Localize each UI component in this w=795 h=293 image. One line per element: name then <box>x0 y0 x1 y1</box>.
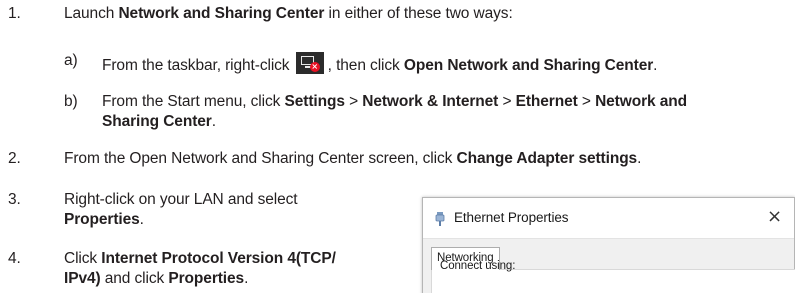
ethernet-plug-icon <box>435 212 445 226</box>
text-run-bold: Properties <box>168 270 245 287</box>
text-run: From the Start menu, click <box>102 93 285 110</box>
substep-a-letter: a) <box>64 52 78 69</box>
step-1-number: 1. <box>8 5 21 22</box>
text-run-bold: Sharing Center <box>102 113 212 130</box>
text-run: Click <box>64 250 102 267</box>
dialog-titlebar: Ethernet Properties × <box>423 198 794 238</box>
text-run-bold: Network & Internet <box>362 93 499 110</box>
step-3-line2: Properties. <box>64 211 144 229</box>
text-run: > <box>344 93 363 110</box>
step-4-number: 4. <box>8 250 21 267</box>
text-run-bold: Open Network and Sharing Center <box>403 57 654 74</box>
substep-b-line2: Sharing Center. <box>102 113 216 131</box>
step-2-text: From the Open Network and Sharing Center… <box>64 150 641 168</box>
dialog-title: Ethernet Properties <box>454 210 569 225</box>
networking-tab-panel <box>431 269 795 293</box>
step-4-line2: IPv4) and click Properties. <box>64 270 248 288</box>
connect-using-label: Connect using: <box>440 260 516 272</box>
substep-b-line1: From the Start menu, click Settings > Ne… <box>102 93 687 111</box>
text-run: Launch <box>64 5 119 22</box>
step-4-line1: Click Internet Protocol Version 4(TCP/ <box>64 250 336 268</box>
step-2-number: 2. <box>8 150 21 167</box>
text-run: , then click <box>327 57 404 74</box>
substep-b-letter: b) <box>64 93 78 110</box>
text-run: From the taskbar, right-click <box>102 57 294 74</box>
text-run: in either of these two ways: <box>324 5 513 22</box>
text-run: . <box>244 270 249 287</box>
text-run: > <box>577 93 596 110</box>
text-run-bold: IPv4) <box>64 270 101 287</box>
text-run: and click <box>100 270 169 287</box>
close-icon[interactable]: × <box>767 206 782 227</box>
text-run-bold: Properties <box>64 211 140 228</box>
text-run-bold: Settings <box>284 93 345 110</box>
network-disconnected-icon: × <box>295 52 324 74</box>
text-run: . <box>139 211 144 228</box>
text-run: > <box>498 93 516 110</box>
ethernet-properties-dialog: Ethernet Properties × Networking Connect… <box>422 197 795 293</box>
text-run-bold: Change Adapter settings <box>456 150 638 167</box>
text-run-bold: Network and <box>595 93 687 110</box>
text-run-bold: Internet Protocol Version 4(TCP/ <box>101 250 336 267</box>
text-run: . <box>211 113 216 130</box>
step-3-number: 3. <box>8 191 21 208</box>
substep-a-text: From the taskbar, right-click ×, then cl… <box>102 52 657 75</box>
step-3-line1: Right-click on your LAN and select <box>64 191 298 208</box>
text-run-bold: Network and Sharing Center <box>118 5 325 22</box>
text-run-bold: Ethernet <box>515 93 578 110</box>
step-1-text: Launch Network and Sharing Center in eit… <box>64 5 513 23</box>
text-run: From the Open Network and Sharing Center… <box>64 150 457 167</box>
text-run: . <box>653 57 658 74</box>
text-run: . <box>637 150 642 167</box>
